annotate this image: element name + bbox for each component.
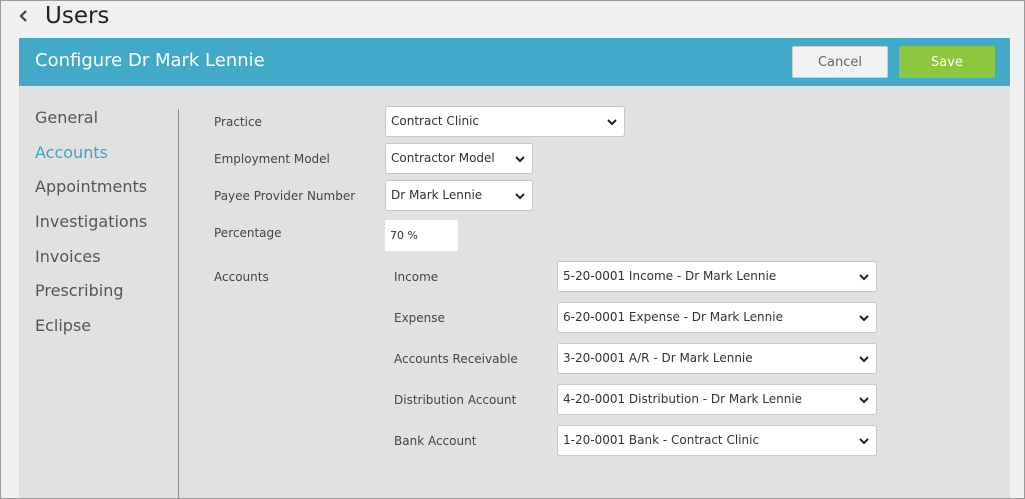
payee-provider-select[interactable]: Dr Mark Lennie — [385, 180, 533, 211]
expense-account-value: 6-20-0001 Expense - Dr Mark Lennie — [563, 310, 783, 324]
configure-panel: Configure Dr Mark Lennie Cancel Save Gen… — [19, 38, 1010, 498]
distribution-label: Distribution Account — [394, 393, 517, 407]
bank-account-label: Bank Account — [394, 434, 477, 448]
nav-item-prescribing[interactable]: Prescribing — [35, 279, 175, 314]
percentage-label: Percentage — [214, 226, 282, 240]
employment-model-select[interactable]: Contractor Model — [385, 143, 533, 174]
practice-label: Practice — [214, 115, 262, 129]
distribution-account-value: 4-20-0001 Distribution - Dr Mark Lennie — [563, 392, 803, 406]
chevron-down-icon — [859, 438, 869, 445]
payee-provider-value: Dr Mark Lennie — [391, 188, 483, 202]
window-frame: Users Configure Dr Mark Lennie Cancel Sa… — [0, 0, 1025, 499]
practice-select[interactable]: Contract Clinic — [385, 106, 625, 137]
bank-account-select[interactable]: 1-20-0001 Bank - Contract Clinic — [557, 425, 877, 456]
chevron-down-icon — [859, 315, 869, 322]
chevron-down-icon — [859, 274, 869, 281]
income-label: Income — [394, 270, 439, 284]
expense-account-select[interactable]: 6-20-0001 Expense - Dr Mark Lennie — [557, 302, 877, 333]
receivable-label: Accounts Receivable — [394, 352, 518, 366]
income-account-value: 5-20-0001 Income - Dr Mark Lennie — [563, 269, 777, 283]
distribution-account-select[interactable]: 4-20-0001 Distribution - Dr Mark Lennie — [557, 384, 877, 415]
percentage-value: 70 % — [390, 229, 418, 242]
accounts-label: Accounts — [214, 270, 269, 284]
nav-item-investigations[interactable]: Investigations — [35, 210, 175, 245]
chevron-left-icon[interactable] — [17, 7, 31, 25]
employment-model-value: Contractor Model — [391, 151, 495, 165]
page-title: Users — [45, 3, 110, 29]
panel-header: Configure Dr Mark Lennie Cancel Save — [19, 38, 1010, 86]
nav-item-general[interactable]: General — [35, 106, 175, 141]
payee-provider-label: Payee Provider Number — [214, 189, 356, 203]
chevron-down-icon — [859, 356, 869, 363]
bank-account-value: 1-20-0001 Bank - Contract Clinic — [563, 433, 760, 447]
top-bar: Users — [1, 1, 1024, 38]
income-account-select[interactable]: 5-20-0001 Income - Dr Mark Lennie — [557, 261, 877, 292]
expense-label: Expense — [394, 311, 445, 325]
cancel-button[interactable]: Cancel — [792, 46, 888, 78]
nav-item-accounts[interactable]: Accounts — [35, 141, 175, 176]
practice-value: Contract Clinic — [391, 114, 480, 128]
chevron-down-icon — [607, 119, 617, 126]
nav-item-appointments[interactable]: Appointments — [35, 175, 175, 210]
nav-item-eclipse[interactable]: Eclipse — [35, 314, 175, 349]
save-button[interactable]: Save — [899, 46, 995, 78]
chevron-down-icon — [859, 397, 869, 404]
chevron-down-icon — [515, 193, 525, 200]
nav-divider — [178, 109, 179, 498]
settings-nav: General Accounts Appointments Investigat… — [35, 106, 175, 349]
receivable-account-select[interactable]: 3-20-0001 A/R - Dr Mark Lennie — [557, 343, 877, 374]
chevron-down-icon — [515, 156, 525, 163]
employment-model-label: Employment Model — [214, 152, 330, 166]
nav-item-invoices[interactable]: Invoices — [35, 245, 175, 280]
percentage-input[interactable]: 70 % — [385, 220, 458, 251]
panel-title: Configure Dr Mark Lennie — [35, 50, 265, 71]
receivable-account-value: 3-20-0001 A/R - Dr Mark Lennie — [563, 351, 753, 365]
